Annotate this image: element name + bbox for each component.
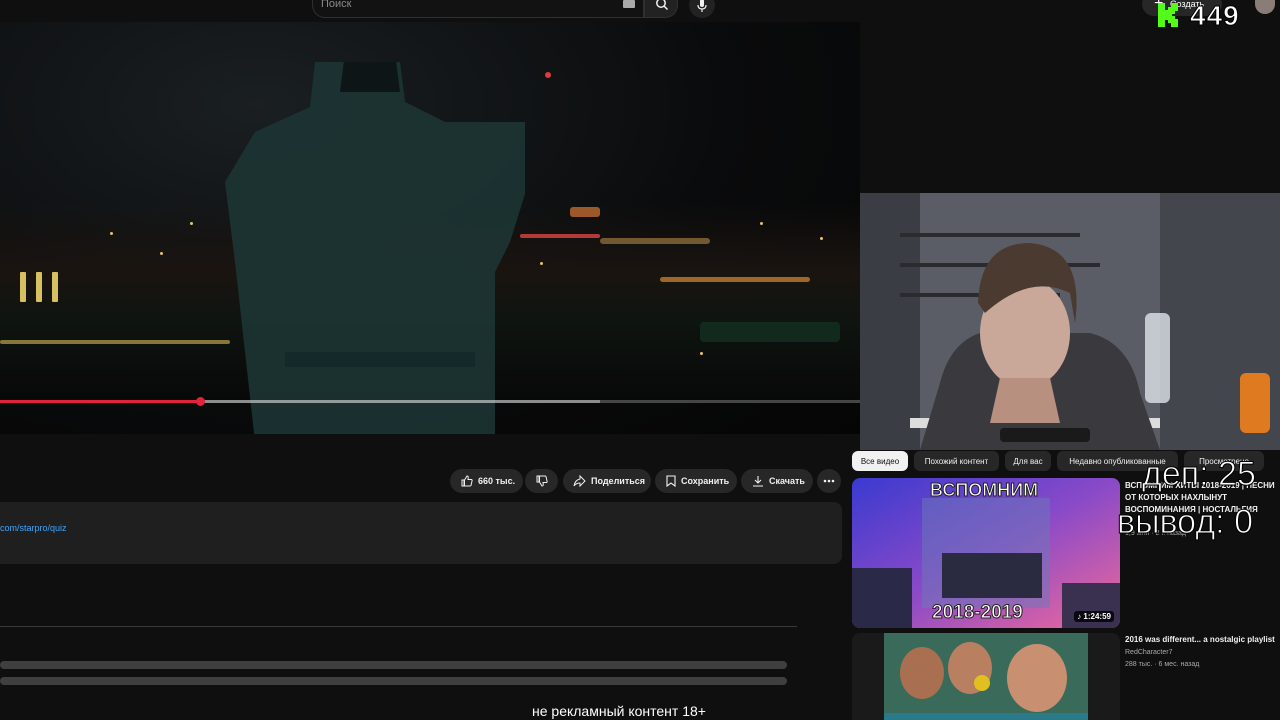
share-button[interactable]: Поделиться bbox=[563, 469, 651, 493]
search-icon bbox=[656, 0, 669, 11]
comments-divider bbox=[0, 626, 797, 627]
music-note-icon: ♪ bbox=[1077, 612, 1082, 621]
kick-logo-icon bbox=[1158, 3, 1178, 27]
thumbs-down-icon bbox=[536, 475, 548, 487]
more-horizontal-icon bbox=[823, 479, 835, 483]
video-thumbnail[interactable]: ВСПОМНИМ 2018-2019 ♪ 1:24:59 bbox=[852, 478, 1120, 628]
description-box[interactable]: com/starpro/quiz bbox=[0, 502, 842, 564]
download-icon bbox=[753, 476, 763, 487]
video-title[interactable]: 2016 was different... a nostalgic playli… bbox=[1125, 634, 1280, 646]
download-label: Скачать bbox=[769, 476, 805, 486]
top-bar: Поиск + Создать bbox=[0, 0, 1280, 22]
avatar[interactable] bbox=[1255, 0, 1275, 14]
duration-text: 1:24:59 bbox=[1083, 612, 1111, 621]
chip-all-videos[interactable]: Все видео bbox=[852, 451, 908, 471]
thumbnail-top-text: ВСПОМНИМ bbox=[929, 480, 1039, 501]
chip-for-you[interactable]: Для вас bbox=[1005, 451, 1051, 471]
thumbnail-image bbox=[852, 633, 1120, 720]
streamer-webcam bbox=[860, 193, 1280, 450]
viewer-count: 449 bbox=[1190, 0, 1240, 32]
channel-name[interactable]: RedCharacter7 bbox=[1125, 649, 1172, 656]
figure-silhouette bbox=[225, 62, 525, 434]
video-duration: ♪ 1:24:59 bbox=[1074, 611, 1114, 622]
progress-scrubber[interactable] bbox=[195, 397, 205, 406]
dislike-button[interactable] bbox=[525, 469, 558, 493]
chip-similar[interactable]: Похожий контент bbox=[914, 451, 999, 471]
keyboard-icon[interactable] bbox=[623, 0, 635, 8]
search-placeholder: Поиск bbox=[321, 0, 352, 10]
thumbs-up-icon bbox=[461, 475, 473, 487]
video-player[interactable] bbox=[0, 22, 860, 434]
description-link[interactable]: com/starpro/quiz bbox=[0, 523, 67, 533]
share-label: Поделиться bbox=[591, 476, 646, 486]
loading-placeholder bbox=[0, 661, 787, 669]
progress-played bbox=[0, 400, 201, 403]
search-button[interactable] bbox=[644, 0, 678, 18]
progress-bar[interactable] bbox=[0, 397, 860, 406]
thumbnail-bottom-text: 2018-2019 bbox=[932, 602, 1024, 624]
save-button[interactable]: Сохранить bbox=[655, 469, 737, 493]
loading-placeholder bbox=[0, 677, 787, 685]
webcam-scene bbox=[860, 193, 1280, 450]
download-button[interactable]: Скачать bbox=[741, 469, 813, 493]
save-label: Сохранить bbox=[681, 476, 730, 486]
voice-search-button[interactable] bbox=[689, 0, 715, 18]
video-meta: 288 тыс. · 6 мес. назад bbox=[1125, 661, 1200, 668]
content-disclaimer: не рекламный контент 18+ bbox=[532, 703, 706, 719]
withdraw-overlay: вывод: 0 bbox=[1117, 503, 1254, 541]
mic-icon bbox=[697, 0, 707, 12]
more-actions-button[interactable] bbox=[817, 469, 841, 493]
video-thumbnail[interactable] bbox=[852, 633, 1120, 720]
deposit-overlay: деп: 25 bbox=[1142, 455, 1257, 493]
like-button[interactable]: 660 тыс. bbox=[450, 469, 523, 493]
bookmark-icon bbox=[666, 475, 676, 487]
share-icon bbox=[573, 475, 586, 487]
like-count: 660 тыс. bbox=[478, 476, 516, 486]
search-input[interactable]: Поиск bbox=[312, 0, 644, 18]
